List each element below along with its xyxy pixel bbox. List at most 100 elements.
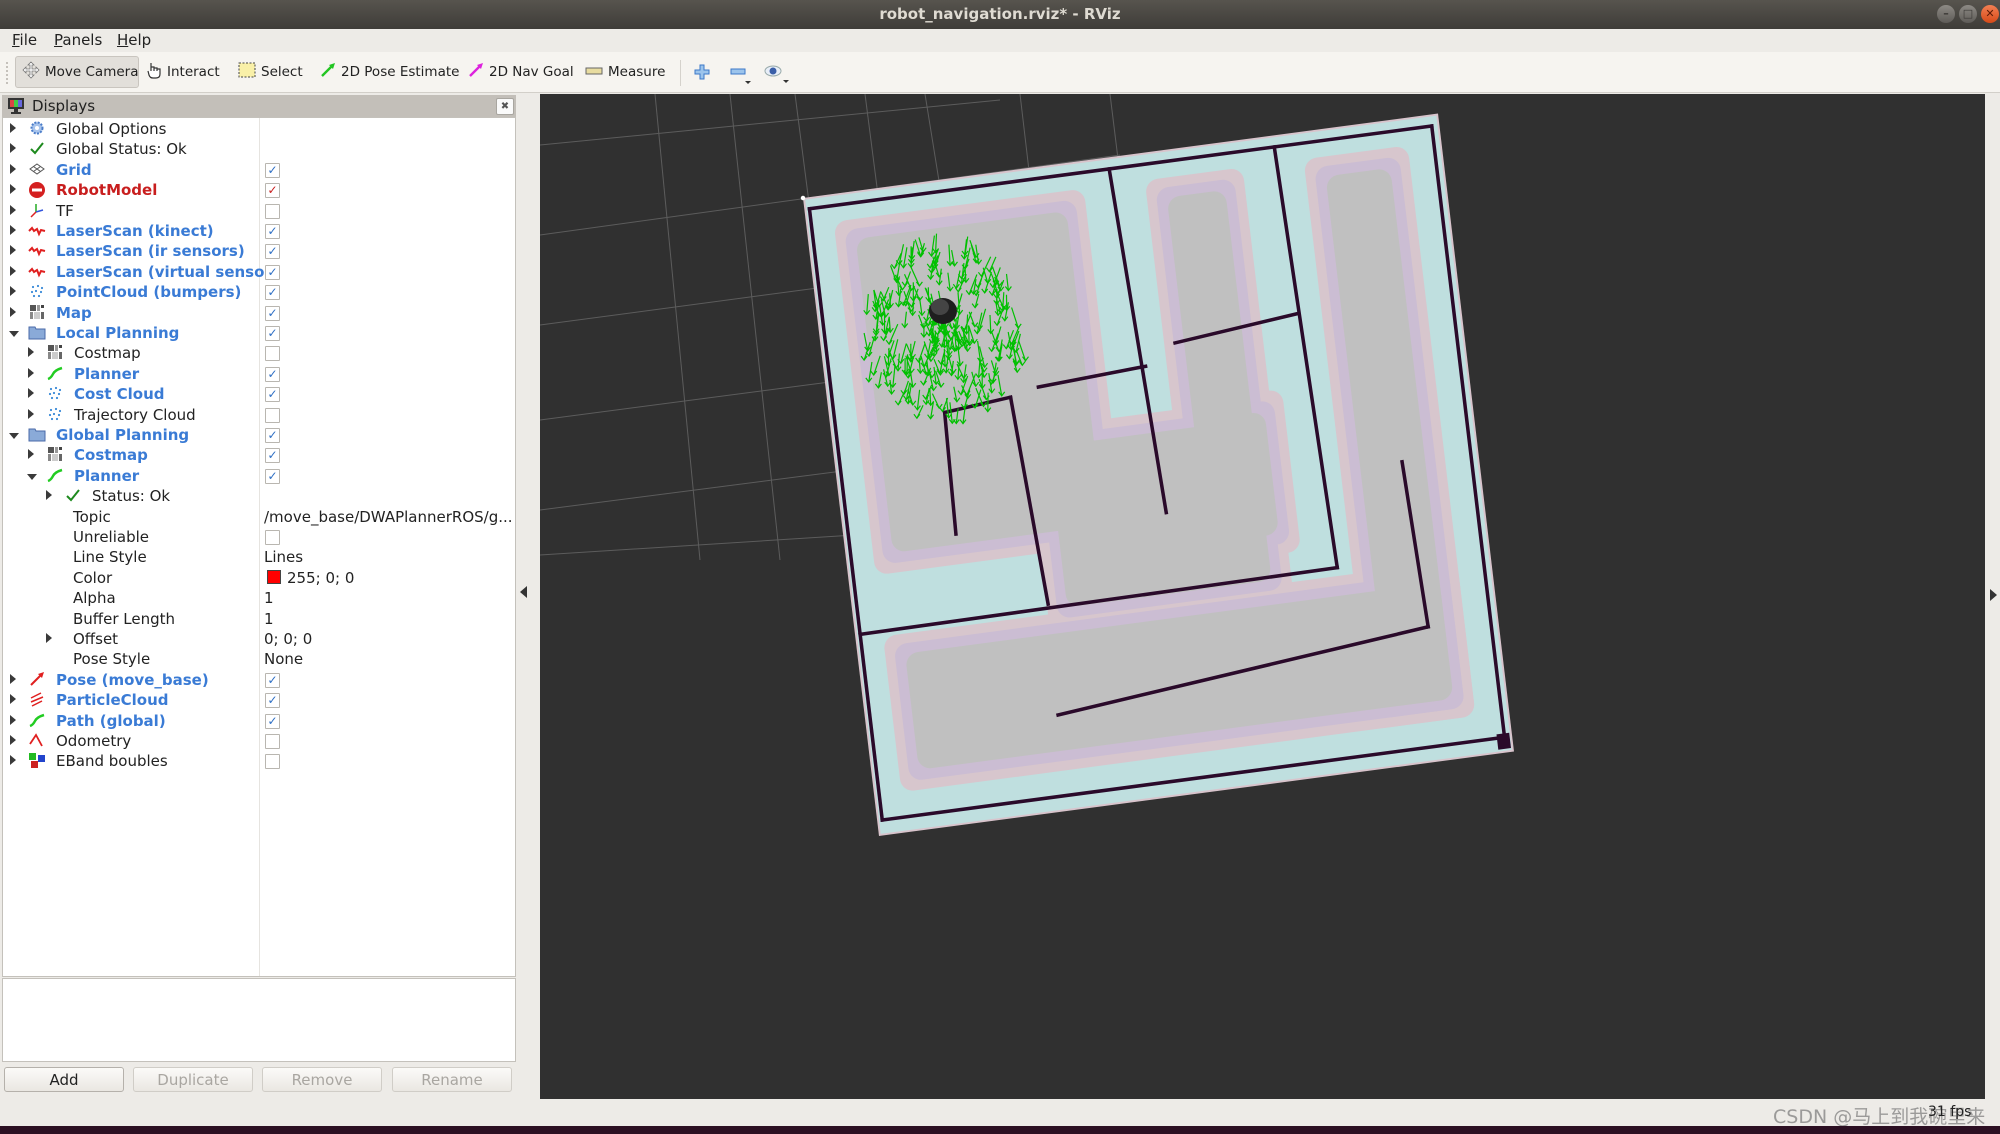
tool-select[interactable]: Select xyxy=(238,59,303,85)
display-row[interactable]: Alpha 1 xyxy=(3,588,515,608)
display-row[interactable]: Global Options xyxy=(3,119,515,139)
enable-checkbox[interactable]: ✓ xyxy=(265,428,280,443)
panel-splitter[interactable] xyxy=(519,94,523,1099)
expand-arrow-icon[interactable] xyxy=(10,123,16,133)
panel-close-button[interactable]: ✖ xyxy=(496,98,514,115)
property-value[interactable]: 0; 0; 0 xyxy=(264,629,312,649)
display-row[interactable]: Planner ✓ xyxy=(3,364,515,384)
display-row[interactable]: Odometry xyxy=(3,731,515,751)
maximize-button[interactable]: □ xyxy=(1959,5,1977,23)
enable-checkbox[interactable] xyxy=(265,203,280,219)
enable-checkbox[interactable]: ✓ xyxy=(265,366,280,382)
expand-arrow-icon[interactable] xyxy=(28,367,34,378)
property-value[interactable]: /move_base/DWAPlannerROS/g... xyxy=(264,507,513,527)
enable-checkbox[interactable] xyxy=(265,734,280,749)
expand-arrow-icon[interactable] xyxy=(10,265,16,276)
expand-arrow-icon[interactable] xyxy=(28,408,34,419)
display-row[interactable]: Pose (move_base) ✓ xyxy=(3,670,515,690)
expand-arrow-icon[interactable] xyxy=(10,714,16,725)
display-row[interactable]: Trajectory Cloud xyxy=(3,405,515,425)
enable-checkbox[interactable]: ✓ xyxy=(265,448,280,464)
property-value[interactable]: 1 xyxy=(264,588,274,608)
rename-button[interactable]: Rename xyxy=(392,1067,512,1092)
enable-checkbox[interactable] xyxy=(265,754,280,770)
plus-icon[interactable] xyxy=(694,64,710,84)
display-row[interactable]: Local Planning ✓ xyxy=(3,323,515,343)
minus-icon[interactable] xyxy=(730,64,752,90)
enable-checkbox[interactable]: ✓ xyxy=(265,285,280,301)
enable-checkbox[interactable] xyxy=(265,407,280,423)
display-row[interactable]: Offset 0; 0; 0 xyxy=(3,629,515,649)
menu-file[interactable]: File xyxy=(12,31,37,49)
eye-icon[interactable] xyxy=(764,63,790,89)
expand-arrow-icon[interactable] xyxy=(10,755,16,766)
property-value[interactable]: Lines xyxy=(264,547,303,567)
display-row[interactable]: Buffer Length 1 xyxy=(3,609,515,629)
enable-checkbox[interactable]: ✓ xyxy=(265,224,280,239)
display-row[interactable]: Cost Cloud ✓ xyxy=(3,384,515,404)
expand-arrow-icon[interactable] xyxy=(28,449,34,460)
tool-2d-nav-goal[interactable]: 2D Nav Goal xyxy=(468,59,574,85)
enable-checkbox[interactable]: ✓ xyxy=(265,264,280,280)
color-swatch[interactable] xyxy=(267,569,281,584)
collapse-arrow-icon[interactable] xyxy=(9,331,19,337)
add-button[interactable]: Add xyxy=(4,1067,124,1092)
display-row[interactable]: TF xyxy=(3,201,515,221)
display-row[interactable]: EBand boubles xyxy=(3,751,515,771)
menu-help[interactable]: Help xyxy=(117,31,151,49)
expand-arrow-icon[interactable] xyxy=(10,673,16,684)
display-row[interactable]: PointCloud (bumpers) ✓ xyxy=(3,282,515,302)
expand-arrow-icon[interactable] xyxy=(10,184,16,195)
display-row[interactable]: LaserScan (ir sensors) ✓ xyxy=(3,241,515,261)
enable-checkbox[interactable] xyxy=(265,346,280,362)
duplicate-button[interactable]: Duplicate xyxy=(133,1067,253,1092)
expand-arrow-icon[interactable] xyxy=(10,245,16,256)
display-row[interactable]: Color 255; 0; 0 xyxy=(3,568,515,588)
enable-checkbox[interactable]: ✓ xyxy=(265,326,280,341)
display-row[interactable]: Path (global) ✓ xyxy=(3,711,515,731)
display-row[interactable]: Map ✓ xyxy=(3,303,515,323)
enable-checkbox[interactable]: ✓ xyxy=(265,672,280,688)
display-row[interactable]: ParticleCloud ✓ xyxy=(3,690,515,710)
display-row[interactable]: Line Style Lines xyxy=(3,547,515,567)
collapse-right-panel-handle[interactable] xyxy=(1990,589,1997,601)
expand-arrow-icon[interactable] xyxy=(10,225,16,235)
close-button[interactable]: ✕ xyxy=(1981,5,1999,23)
expand-arrow-icon[interactable] xyxy=(10,735,16,745)
display-row[interactable]: Topic/move_base/DWAPlannerROS/g... xyxy=(3,507,515,527)
display-row[interactable]: Costmap ✓ xyxy=(3,445,515,465)
enable-checkbox[interactable]: ✓ xyxy=(265,693,280,709)
enable-checkbox[interactable]: ✓ xyxy=(265,162,280,178)
display-row[interactable]: LaserScan (virtual sensor) ✓ xyxy=(3,262,515,282)
expand-arrow-icon[interactable] xyxy=(10,143,16,154)
display-row[interactable]: Pose Style None xyxy=(3,649,515,669)
property-value[interactable]: 1 xyxy=(264,609,274,629)
collapse-arrow-icon[interactable] xyxy=(9,433,19,439)
display-row[interactable]: Status: Ok xyxy=(3,486,515,506)
collapse-arrow-icon[interactable] xyxy=(27,473,37,480)
expand-arrow-icon[interactable] xyxy=(28,388,34,399)
expand-arrow-icon[interactable] xyxy=(10,694,16,705)
property-value[interactable]: None xyxy=(264,649,303,669)
display-row[interactable]: Costmap xyxy=(3,343,515,363)
display-row[interactable]: Unreliable xyxy=(3,527,515,547)
expand-arrow-icon[interactable] xyxy=(46,633,52,643)
tool-move-camera[interactable]: Move Camera xyxy=(15,56,139,88)
toolbar-grip[interactable] xyxy=(6,62,11,84)
expand-arrow-icon[interactable] xyxy=(10,204,16,215)
display-row[interactable]: Grid ✓ xyxy=(3,160,515,180)
minimize-button[interactable]: – xyxy=(1937,5,1955,23)
tool-measure[interactable]: Measure xyxy=(585,59,665,85)
enable-checkbox[interactable]: ✓ xyxy=(265,468,280,484)
enable-checkbox[interactable]: ✓ xyxy=(265,244,280,260)
expand-arrow-icon[interactable] xyxy=(10,306,16,317)
enable-checkbox[interactable]: ✓ xyxy=(265,387,280,403)
expand-arrow-icon[interactable] xyxy=(10,163,16,174)
display-row[interactable]: LaserScan (kinect) ✓ xyxy=(3,221,515,241)
display-row[interactable]: Global Planning ✓ xyxy=(3,425,515,445)
display-row[interactable]: Planner ✓ xyxy=(3,466,515,486)
display-row[interactable]: RobotModel ✓ xyxy=(3,180,515,200)
expand-arrow-icon[interactable] xyxy=(28,347,34,358)
expand-arrow-icon[interactable] xyxy=(46,490,52,501)
expand-arrow-icon[interactable] xyxy=(10,286,16,297)
